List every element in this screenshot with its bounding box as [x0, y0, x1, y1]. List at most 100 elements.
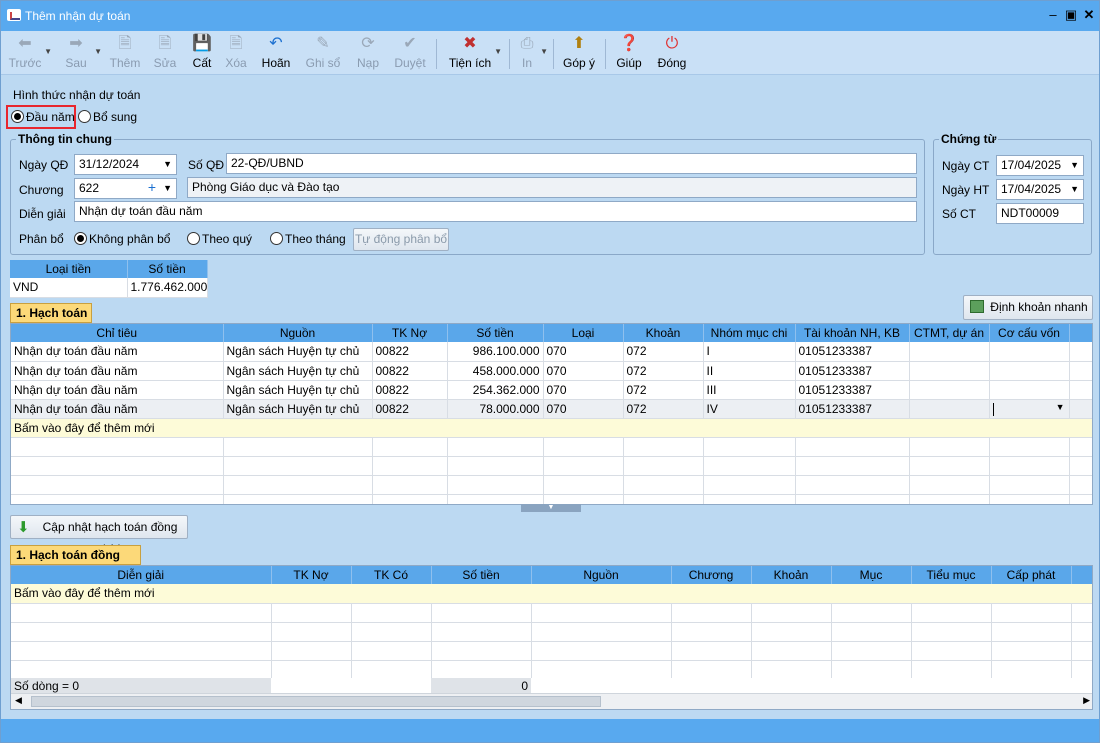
- column-header[interactable]: TK Nợ: [271, 566, 352, 584]
- table-cell[interactable]: [909, 399, 990, 419]
- table-row[interactable]: Nhận dự toán đầu năm Ngân sách Huyện tự c…: [11, 361, 1092, 381]
- table-cell[interactable]: I: [703, 342, 796, 362]
- phan-bo-thang-radio[interactable]: [270, 232, 283, 245]
- add-new-cell[interactable]: Bấm vào đây để thêm mới: [11, 584, 1092, 604]
- table-cell[interactable]: 458.000.000: [447, 361, 544, 381]
- chevron-down-icon[interactable]: ▼: [1070, 180, 1079, 199]
- table-cell[interactable]: 00822: [372, 342, 448, 362]
- table-cell[interactable]: 00822: [372, 399, 448, 419]
- table-row[interactable]: Nhận dự toán đầu năm Ngân sách Huyện tự c…: [11, 380, 1092, 400]
- update-dong-thoi-button[interactable]: ⬇Cập nhật hạch toán đồng thời: [10, 515, 188, 556]
- splitter-handle[interactable]: ▼: [521, 504, 581, 512]
- table-cell[interactable]: 070: [543, 361, 624, 381]
- table-cell[interactable]: 00822: [372, 361, 448, 381]
- chevron-down-icon[interactable]: ▼: [1056, 402, 1065, 412]
- toolbar-close-button[interactable]: ⏻ Đóng: [655, 33, 689, 73]
- toolbar-next-button[interactable]: ➡ Sau ▼: [59, 33, 102, 73]
- toolbar-help-button[interactable]: ❓ Giúp: [613, 33, 645, 73]
- add-new-row[interactable]: Bấm vào đây để thêm mới: [11, 584, 1092, 604]
- column-header[interactable]: Chỉ tiêu: [11, 324, 224, 342]
- toolbar-reload-button[interactable]: ⟳ Nạp: [353, 33, 383, 73]
- toolbar-edit-button[interactable]: 🗎 Sửa: [149, 33, 181, 73]
- scroll-right-icon[interactable]: ▶: [1083, 695, 1090, 706]
- add-new-cell[interactable]: Bấm vào đây để thêm mới: [11, 418, 1092, 438]
- table-cell[interactable]: [989, 380, 1070, 400]
- table-cell[interactable]: [909, 361, 990, 381]
- column-header[interactable]: Khoản: [623, 324, 704, 342]
- toolbar-approve-button[interactable]: ✔ Duyệt: [391, 33, 429, 73]
- tab-hach-toan-dong-thoi[interactable]: 1. Hạch toán đồng thời: [10, 545, 141, 580]
- table-cell[interactable]: IV: [703, 399, 796, 419]
- table-cell[interactable]: 78.000.000: [447, 399, 544, 419]
- maximize-button[interactable]: ▣: [1063, 7, 1079, 23]
- table-cell[interactable]: Nhận dự toán đầu năm: [11, 380, 224, 400]
- ngay-ct-field[interactable]: 17/04/2025 ▼: [996, 155, 1084, 176]
- table-cell[interactable]: Nhận dự toán đầu năm: [11, 342, 224, 362]
- table-cell[interactable]: 986.100.000: [447, 342, 544, 362]
- table-cell[interactable]: 072: [623, 380, 704, 400]
- table-cell[interactable]: Ngân sách Huyện tự chủ: [223, 342, 373, 362]
- add-new-row[interactable]: Bấm vào đây để thêm mới: [11, 418, 1092, 438]
- table-cell[interactable]: II: [703, 361, 796, 381]
- column-header[interactable]: Nguồn: [223, 324, 373, 342]
- table-cell[interactable]: 00822: [372, 380, 448, 400]
- toolbar-feedback-button[interactable]: ⬆ Góp ý: [561, 33, 597, 73]
- so-ct-field[interactable]: NDT00009: [996, 203, 1084, 224]
- table-cell[interactable]: Ngân sách Huyện tự chủ: [223, 399, 373, 419]
- column-header[interactable]: TK Có: [351, 566, 432, 584]
- column-header[interactable]: Chương: [671, 566, 752, 584]
- scroll-left-icon[interactable]: ◀: [15, 695, 22, 706]
- table-row[interactable]: Nhận dự toán đầu năm Ngân sách Huyện tự c…: [11, 399, 1092, 419]
- table-cell[interactable]: ▼: [989, 399, 1070, 419]
- toolbar-save-button[interactable]: 💾 Cất: [187, 33, 217, 73]
- plus-icon[interactable]: +: [148, 179, 156, 197]
- column-header[interactable]: Số tiền: [431, 566, 532, 584]
- currency-type-cell[interactable]: VND: [10, 278, 128, 298]
- table-cell[interactable]: 070: [543, 399, 624, 419]
- column-header[interactable]: Nhóm mục chi: [703, 324, 796, 342]
- column-header[interactable]: Số tiền: [447, 324, 544, 342]
- table-cell[interactable]: 254.362.000: [447, 380, 544, 400]
- table-cell[interactable]: 01051233387: [795, 342, 910, 362]
- chevron-down-icon[interactable]: ▼: [163, 155, 172, 174]
- table-cell[interactable]: 070: [543, 342, 624, 362]
- table-cell[interactable]: 072: [623, 399, 704, 419]
- tab-hach-toan[interactable]: 1. Hạch toán: [10, 303, 92, 323]
- table-cell[interactable]: 01051233387: [795, 399, 910, 419]
- dien-giai-field[interactable]: Nhận dự toán đầu năm: [74, 201, 917, 222]
- currency-amount-cell[interactable]: 1.776.462.000: [127, 278, 208, 298]
- chevron-down-icon[interactable]: ▼: [163, 179, 172, 198]
- type-dau-nam-radio[interactable]: [11, 110, 24, 123]
- column-header[interactable]: Nguồn: [531, 566, 672, 584]
- table-row[interactable]: Nhận dự toán đầu năm Ngân sách Huyện tự c…: [11, 342, 1092, 362]
- table-cell[interactable]: Nhận dự toán đầu năm: [11, 361, 224, 381]
- toolbar-utilities-button[interactable]: ✖ Tiện ích ▼: [447, 33, 502, 73]
- toolbar-delete-button[interactable]: 🗎 Xóa: [221, 33, 251, 73]
- toolbar-post-button[interactable]: ✎ Ghi sổ: [303, 33, 343, 73]
- minimize-button[interactable]: –: [1045, 7, 1061, 23]
- toolbar-print-button[interactable]: ⎙ In ▼: [515, 33, 548, 73]
- chevron-down-icon[interactable]: ▼: [1070, 156, 1079, 175]
- table-cell[interactable]: Ngân sách Huyện tự chủ: [223, 380, 373, 400]
- table-cell[interactable]: Ngân sách Huyện tự chủ: [223, 361, 373, 381]
- column-header[interactable]: Cơ cấu vốn: [989, 324, 1070, 342]
- quick-entry-button[interactable]: Định khoản nhanh: [963, 295, 1093, 320]
- table-cell[interactable]: [989, 342, 1070, 362]
- scrollbar-thumb[interactable]: [31, 696, 601, 707]
- type-bo-sung-radio[interactable]: [78, 110, 91, 123]
- table-cell[interactable]: 070: [543, 380, 624, 400]
- column-header[interactable]: CTMT, dự án: [909, 324, 990, 342]
- table-cell[interactable]: 01051233387: [795, 361, 910, 381]
- table-cell[interactable]: [909, 380, 990, 400]
- phan-bo-khong-radio[interactable]: [74, 232, 87, 245]
- column-header[interactable]: Loại: [543, 324, 624, 342]
- column-header[interactable]: Cấp phát: [991, 566, 1072, 584]
- ngay-ht-field[interactable]: 17/04/2025 ▼: [996, 179, 1084, 200]
- chuong-field[interactable]: 622 + ▼: [74, 178, 177, 199]
- column-header[interactable]: Tài khoản NH, KB: [795, 324, 910, 342]
- table-cell[interactable]: [909, 342, 990, 362]
- toolbar-undo-button[interactable]: ↶ Hoãn: [259, 33, 293, 73]
- date-qd-field[interactable]: 31/12/2024 ▼: [74, 154, 177, 175]
- table-cell[interactable]: 072: [623, 361, 704, 381]
- horizontal-scrollbar[interactable]: ◀ ▶: [11, 693, 1092, 709]
